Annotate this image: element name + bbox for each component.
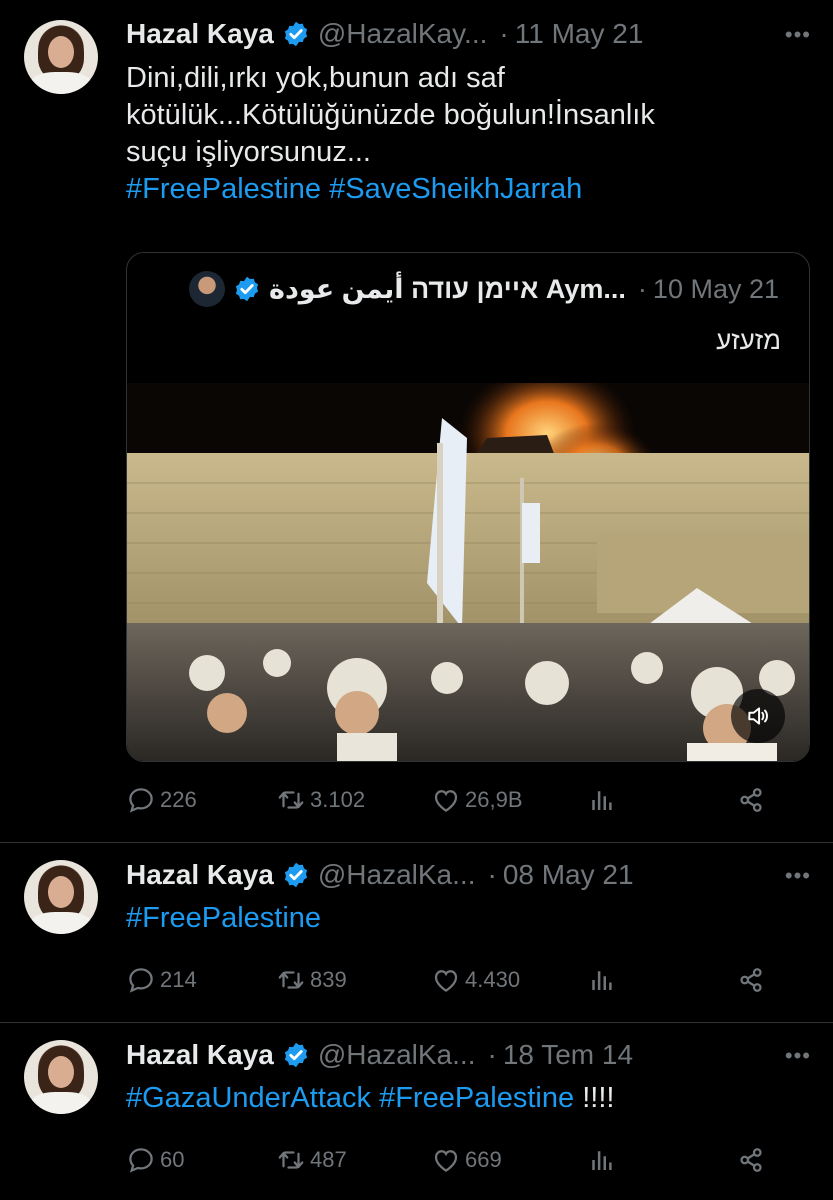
hashtag-link[interactable]: #GazaUnderAttack	[126, 1082, 371, 1114]
share-button[interactable]	[736, 965, 770, 995]
divider	[0, 842, 833, 843]
tweet-text: #FreePalestine	[126, 900, 816, 937]
avatar[interactable]	[24, 20, 98, 94]
reply-count: 214	[160, 967, 197, 992]
views-button[interactable]	[586, 1145, 736, 1175]
verified-badge-icon	[233, 275, 261, 303]
hashtag-link[interactable]: #SaveSheikhJarrah	[329, 173, 582, 205]
like-icon	[431, 1145, 461, 1175]
tweet-text-line: kötülük...Kötülüğünüzde boğulun!İnsanlık	[126, 99, 655, 131]
reply-icon	[126, 1145, 156, 1175]
hashtag-link[interactable]: #FreePalestine	[126, 902, 321, 934]
quoted-tweet-header: איימן עודה أيمن عودة Aym... · 10 May 21	[189, 271, 779, 307]
views-button[interactable]	[586, 785, 736, 815]
views-button[interactable]	[586, 965, 736, 995]
more-icon[interactable]: •••	[785, 1043, 811, 1069]
author-name[interactable]: Hazal Kaya	[126, 1039, 274, 1071]
views-icon	[586, 1145, 616, 1175]
reply-count: 226	[160, 787, 197, 812]
quoted-tweet-text: מזעזע	[716, 325, 781, 355]
quoted-tweet[interactable]: איימן עודה أيمن عودة Aym... · 10 May 21 …	[126, 252, 810, 762]
tweet-actions: 214 839 4.430	[126, 960, 786, 1000]
reply-icon	[126, 965, 156, 995]
tweet-actions: 60 487 669	[126, 1140, 786, 1180]
share-button[interactable]	[736, 785, 770, 815]
divider	[0, 1022, 833, 1023]
like-button[interactable]: 26,9B	[431, 785, 586, 815]
quoted-video[interactable]	[127, 383, 809, 761]
reply-icon	[126, 785, 156, 815]
verified-badge-icon	[282, 861, 310, 889]
retweet-icon	[276, 785, 306, 815]
like-icon	[431, 785, 461, 815]
video-frame	[127, 383, 809, 761]
like-count: 26,9B	[465, 787, 523, 812]
author-name[interactable]: Hazal Kaya	[126, 18, 274, 50]
verified-badge-icon	[282, 1041, 310, 1069]
verified-badge-icon	[282, 20, 310, 48]
reply-button[interactable]: 60	[126, 1145, 276, 1175]
tweet-date[interactable]: 11 May 21	[515, 18, 644, 50]
retweet-count: 487	[310, 1147, 347, 1172]
avatar[interactable]	[24, 860, 98, 934]
separator-dot: ·	[487, 859, 497, 890]
like-icon	[431, 965, 461, 995]
share-button[interactable]	[736, 1145, 770, 1175]
tweet-header: Hazal Kaya @HazalKa... · 18 Tem 14	[126, 1035, 633, 1075]
hashtag-link[interactable]: #FreePalestine	[379, 1082, 574, 1114]
like-count: 4.430	[465, 967, 521, 992]
separator-dot: ·	[499, 18, 509, 49]
separator-dot: ·	[637, 273, 647, 304]
quoted-avatar[interactable]	[189, 271, 225, 307]
like-button[interactable]: 4.430	[431, 965, 586, 995]
retweet-button[interactable]: 839	[276, 965, 431, 995]
author-handle[interactable]: @HazalKa...	[318, 859, 476, 891]
share-icon	[736, 1145, 766, 1175]
quoted-author-name[interactable]: איימן עודה أيمن عودة Aym...	[269, 274, 626, 305]
hashtag-link[interactable]: #FreePalestine	[126, 173, 321, 205]
like-count: 669	[465, 1147, 502, 1172]
author-handle[interactable]: @HazalKa...	[318, 1039, 476, 1071]
reply-button[interactable]: 226	[126, 785, 276, 815]
retweet-button[interactable]: 487	[276, 1145, 431, 1175]
author-handle[interactable]: @HazalKay...	[318, 18, 488, 50]
retweet-count: 3.102	[310, 787, 366, 812]
sound-icon[interactable]	[731, 689, 785, 743]
more-icon[interactable]: •••	[785, 863, 811, 889]
more-icon[interactable]: •••	[785, 22, 811, 48]
quoted-tweet-date[interactable]: 10 May 21	[653, 274, 779, 305]
share-icon	[736, 785, 766, 815]
views-icon	[586, 785, 616, 815]
retweet-button[interactable]: 3.102	[276, 785, 431, 815]
tweet-text-line: suçu işliyorsunuz...	[126, 136, 371, 168]
retweet-icon	[276, 965, 306, 995]
retweet-count: 839	[310, 967, 347, 992]
author-name[interactable]: Hazal Kaya	[126, 859, 274, 891]
tweet-date[interactable]: 18 Tem 14	[503, 1039, 633, 1071]
tweet-text-line: Dini,dili,ırkı yok,bunun adı saf	[126, 62, 505, 94]
reply-button[interactable]: 214	[126, 965, 276, 995]
tweet-header: Hazal Kaya @HazalKay... · 11 May 21	[126, 14, 643, 54]
separator-dot: ·	[487, 1039, 497, 1070]
reply-count: 60	[160, 1147, 185, 1172]
like-button[interactable]: 669	[431, 1145, 586, 1175]
views-icon	[586, 965, 616, 995]
tweet-date[interactable]: 08 May 21	[503, 859, 634, 891]
share-icon	[736, 965, 766, 995]
avatar[interactable]	[24, 1040, 98, 1114]
tweet-text: #GazaUnderAttack #FreePalestine !!!!	[126, 1080, 816, 1117]
tweet-trailing-text: !!!!	[582, 1082, 615, 1114]
tweet-text: Dini,dili,ırkı yok,bunun adı saf kötülük…	[126, 60, 816, 208]
tweet-actions: 226 3.102 26,9B	[126, 780, 786, 820]
tweet-header: Hazal Kaya @HazalKa... · 08 May 21	[126, 855, 634, 895]
retweet-icon	[276, 1145, 306, 1175]
